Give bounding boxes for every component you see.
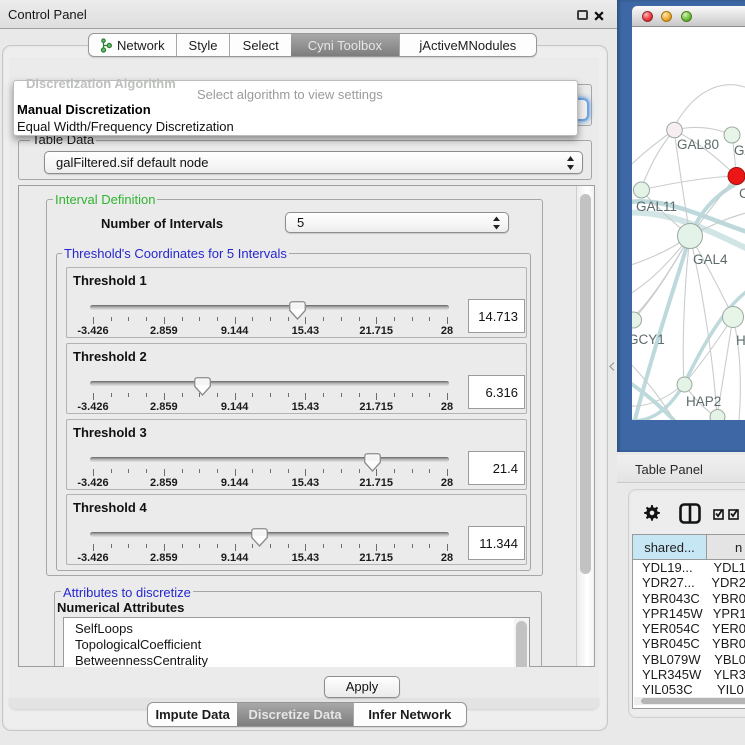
svg-text:GAL4: GAL4 [693, 252, 728, 267]
svg-text:GA: GA [734, 143, 745, 158]
svg-text:H: H [736, 333, 745, 348]
svg-text:C: C [739, 186, 745, 201]
svg-text:GAL11: GAL11 [636, 199, 677, 214]
svg-text:HAP2: HAP2 [686, 394, 721, 409]
svg-text:GCY1: GCY1 [632, 332, 665, 347]
svg-text:GAL80: GAL80 [677, 137, 719, 152]
